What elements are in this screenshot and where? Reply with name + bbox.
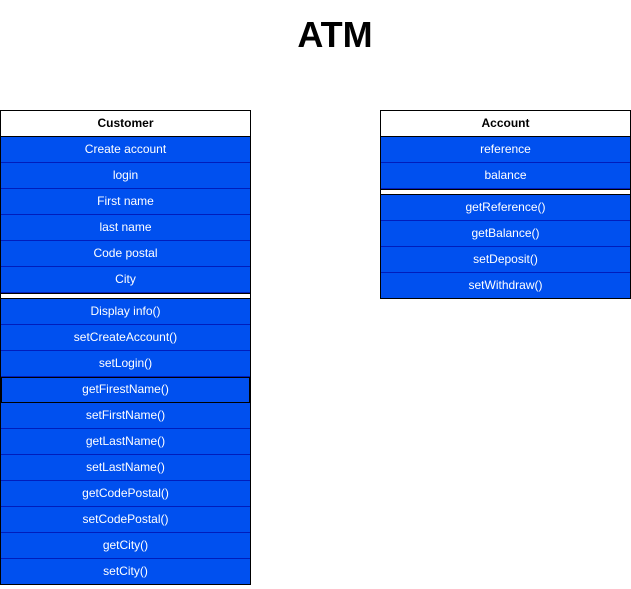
attribute-last-name[interactable]: last name [1, 215, 250, 241]
method-display-info[interactable]: Display info() [1, 299, 250, 325]
diagram-title: ATM [297, 14, 373, 55]
method-set-withdraw[interactable]: setWithdraw() [381, 273, 630, 298]
method-set-login[interactable]: setLogin() [1, 351, 250, 377]
class-box-account[interactable]: Account reference balance getReference()… [380, 110, 631, 299]
method-get-code-postal[interactable]: getCodePostal() [1, 481, 250, 507]
class-name-account: Account [381, 111, 630, 137]
attribute-first-name[interactable]: First name [1, 189, 250, 215]
attribute-login[interactable]: login [1, 163, 250, 189]
method-set-city[interactable]: setCity() [1, 559, 250, 584]
method-get-balance[interactable]: getBalance() [381, 221, 630, 247]
attribute-code-postal[interactable]: Code postal [1, 241, 250, 267]
method-get-last-name[interactable]: getLastName() [1, 429, 250, 455]
section-divider [381, 189, 630, 195]
method-set-create-account[interactable]: setCreateAccount() [1, 325, 250, 351]
class-box-customer[interactable]: Customer Create account login First name… [0, 110, 251, 585]
class-name-customer: Customer [1, 111, 250, 137]
method-set-first-name[interactable]: setFirstName() [1, 403, 250, 429]
method-get-reference[interactable]: getReference() [381, 195, 630, 221]
attribute-city[interactable]: City [1, 267, 250, 293]
method-get-city[interactable]: getCity() [1, 533, 250, 559]
method-get-firest-name[interactable]: getFirestName() [1, 377, 250, 403]
attribute-reference[interactable]: reference [381, 137, 630, 163]
attribute-balance[interactable]: balance [381, 163, 630, 189]
method-set-last-name[interactable]: setLastName() [1, 455, 250, 481]
attribute-create-account[interactable]: Create account [1, 137, 250, 163]
section-divider [1, 293, 250, 299]
method-set-code-postal[interactable]: setCodePostal() [1, 507, 250, 533]
method-set-deposit[interactable]: setDeposit() [381, 247, 630, 273]
